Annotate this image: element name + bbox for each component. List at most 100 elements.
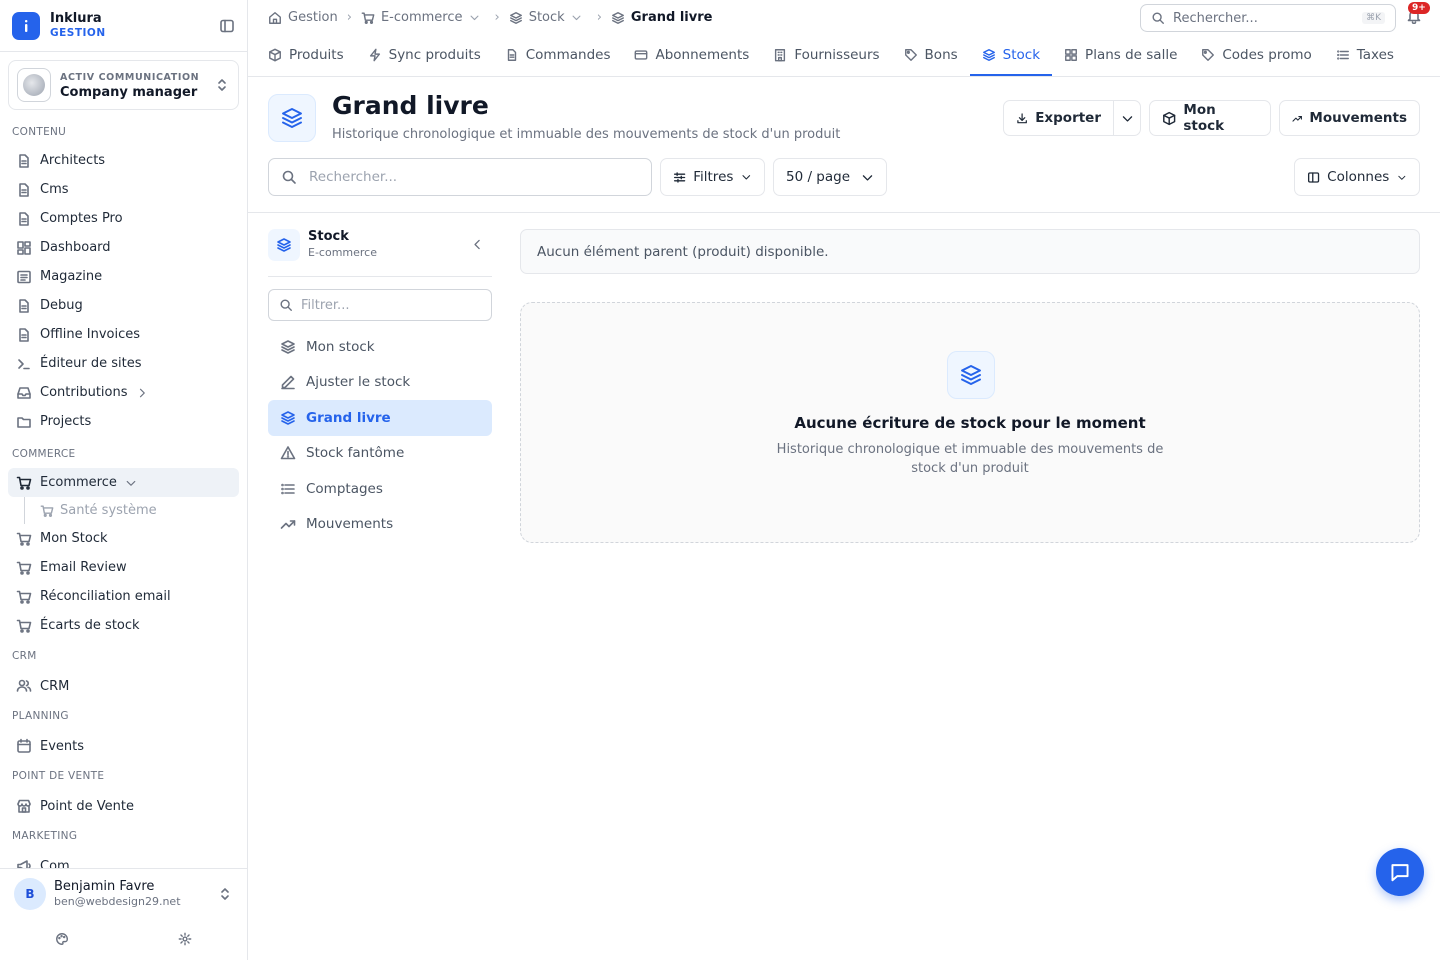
chat-button[interactable]: [1376, 848, 1424, 896]
brand: Inklura GESTION: [0, 0, 247, 52]
list-icon: [281, 483, 295, 495]
alert-triangle-icon: [280, 446, 296, 460]
notification-badge: 9+: [1408, 2, 1430, 14]
subnav-item-stock-fantome[interactable]: Stock fantôme: [268, 436, 492, 472]
tab-sync-produits[interactable]: Sync produits: [356, 35, 493, 76]
tab-abonnements[interactable]: Abonnements: [622, 35, 761, 76]
global-search-placeholder: Rechercher...: [1173, 10, 1258, 26]
page-subtitle: Historique chronologique et immuable des…: [332, 127, 841, 142]
tab-label: Produits: [289, 46, 344, 63]
terminal-icon: [18, 358, 30, 369]
columns-icon: [1307, 171, 1320, 183]
user-menu[interactable]: B Benjamin Favre ben@webdesign29.net: [0, 868, 247, 918]
layers-icon: [611, 11, 624, 24]
tab-taxes[interactable]: Taxes: [1324, 35, 1406, 76]
export-button[interactable]: Exporter: [1003, 100, 1114, 136]
tab-bons[interactable]: Bons: [892, 35, 970, 76]
subnav-item-grand-livre[interactable]: Grand livre: [268, 400, 492, 436]
chevron-down-icon: [742, 175, 751, 180]
inbox-icon: [17, 386, 31, 399]
section-crm: CRM: [12, 650, 37, 662]
filters-button[interactable]: Filtres: [660, 158, 765, 196]
tab-label: Plans de salle: [1085, 46, 1178, 63]
sidebar-item-ecommerce[interactable]: Ecommerce: [8, 468, 239, 497]
sidebar-item-comptes-pro[interactable]: Comptes Pro: [0, 204, 247, 233]
sidebar-item-crm[interactable]: CRM: [0, 670, 247, 702]
sidebar-nav: CONTENU Architects Cms Comptes Pro Dashb…: [0, 118, 247, 868]
breadcrumb-stock[interactable]: Stock: [509, 10, 588, 25]
sidebar-item-label: Offline Invoices: [40, 327, 141, 342]
subnav-item-mon-stock[interactable]: Mon stock: [268, 329, 492, 365]
sidebar-item-ecarts[interactable]: Écarts de stock: [0, 611, 247, 640]
sidebar-footer: [0, 918, 247, 960]
export-menu-button[interactable]: [1113, 100, 1141, 136]
sidebar-item-com[interactable]: Com: [0, 850, 247, 868]
trending-up-icon: [1292, 115, 1302, 122]
tab-fournisseurs[interactable]: Fournisseurs: [761, 35, 891, 76]
subnav-item-label: Grand livre: [306, 409, 391, 426]
tab-stock[interactable]: Stock: [969, 35, 1053, 76]
sidebar-item-label: Com: [40, 858, 70, 869]
building-icon: [775, 48, 786, 61]
tab-codes-promo[interactable]: Codes promo: [1189, 35, 1323, 76]
module-tabs: Produits Sync produits Commandes Abonnem…: [248, 35, 1440, 77]
sidebar-item-cms[interactable]: Cms: [0, 175, 247, 204]
global-search-input[interactable]: Rechercher... ⌘K: [1140, 4, 1396, 32]
sliders-icon: [673, 171, 686, 183]
search-icon: [282, 170, 296, 184]
mon-stock-button[interactable]: Mon stock: [1149, 100, 1271, 136]
sidebar-item-mon-stock[interactable]: Mon Stock: [0, 524, 247, 553]
subnav-filter-input[interactable]: Filtrer...: [268, 289, 492, 321]
mouvements-button[interactable]: Mouvements: [1279, 100, 1420, 136]
subnav-list: Mon stock Ajuster le stock Grand livre S…: [268, 329, 492, 542]
sidebar-item-magazine[interactable]: Magazine: [0, 262, 247, 291]
sidebar-item-offline-invoices[interactable]: Offline Invoices: [0, 320, 247, 349]
subnav-item-ajuster[interactable]: Ajuster le stock: [268, 365, 492, 401]
palette-icon[interactable]: [55, 932, 69, 946]
subnav-item-comptages[interactable]: Comptages: [268, 471, 492, 507]
brand-logo-icon[interactable]: [12, 11, 40, 40]
parent-notice: Aucun élément parent (produit) disponibl…: [520, 229, 1420, 274]
export-label: Exporter: [1035, 110, 1101, 126]
chevron-left-icon[interactable]: [471, 238, 484, 251]
tab-produits[interactable]: Produits: [256, 35, 356, 76]
page-title: Grand livre: [332, 91, 489, 120]
sidebar-item-label: Ecommerce: [40, 475, 117, 490]
tab-plans-de-salle[interactable]: Plans de salle: [1052, 35, 1189, 76]
breadcrumb-label: Grand livre: [630, 10, 713, 25]
tab-commandes[interactable]: Commandes: [493, 35, 623, 76]
sidebar-toggle-icon[interactable]: [219, 18, 235, 34]
mon-stock-label: Mon stock: [1183, 102, 1225, 134]
sidebar-item-reconciliation[interactable]: Réconciliation email: [0, 582, 247, 611]
layers-icon: [281, 339, 295, 354]
tab-label: Codes promo: [1222, 46, 1312, 63]
organization-switcher[interactable]: ACTIV COMMUNICATION Company manager: [8, 60, 239, 110]
breadcrumb-gestion[interactable]: Gestion: [268, 10, 338, 25]
subnav-item-mouvements[interactable]: Mouvements: [268, 507, 492, 543]
sidebar-item-debug[interactable]: Debug: [0, 291, 247, 320]
chevron-up-down-icon: [217, 886, 233, 902]
subnav-item-label: Stock fantôme: [306, 445, 405, 462]
columns-button[interactable]: Colonnes: [1294, 158, 1420, 196]
layers-icon: [268, 228, 300, 261]
calendar-icon: [17, 738, 31, 753]
breadcrumb-ecommerce[interactable]: E-commerce: [361, 10, 486, 25]
sidebar-item-events[interactable]: Events: [0, 730, 247, 762]
search-input[interactable]: Rechercher...: [268, 158, 652, 196]
settings-gear-icon[interactable]: [178, 932, 192, 946]
sidebar-item-editeur[interactable]: Éditeur de sites: [0, 349, 247, 378]
sidebar-item-sante-systeme[interactable]: Santé système: [0, 497, 247, 524]
sidebar-item-dashboard[interactable]: Dashboard: [0, 233, 247, 262]
sidebar-item-label: Events: [40, 738, 85, 754]
layers-icon: [281, 410, 295, 425]
breadcrumb-separator: ›: [346, 10, 352, 25]
per-page-select[interactable]: 50 / page: [773, 158, 887, 196]
file-icon: [19, 298, 29, 313]
megaphone-icon: [17, 860, 31, 868]
sidebar-item-point-de-vente[interactable]: Point de Vente: [0, 790, 247, 822]
sidebar-item-projects[interactable]: Projects: [0, 407, 247, 436]
sidebar-item-email-review[interactable]: Email Review: [0, 553, 247, 582]
sidebar-item-label: Contributions: [40, 385, 128, 400]
sidebar-item-contributions[interactable]: Contributions: [0, 378, 247, 407]
sidebar-item-architects[interactable]: Architects: [0, 146, 247, 175]
